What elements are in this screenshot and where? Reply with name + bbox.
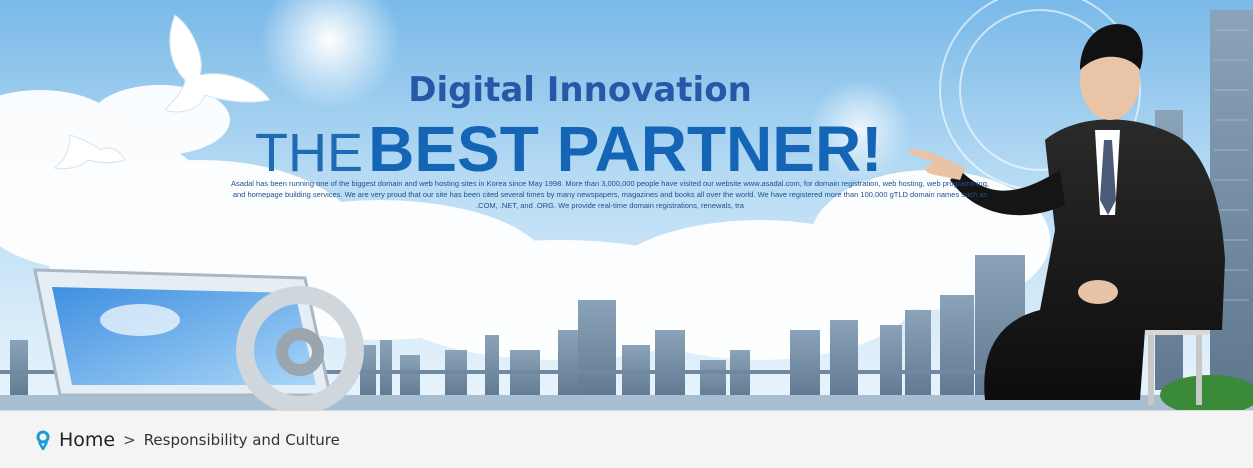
- banner-title: THE BEST PARTNER!: [255, 112, 882, 186]
- breadcrumb-home-link[interactable]: Home: [59, 429, 115, 451]
- location-pin-icon: [36, 430, 50, 452]
- breadcrumb-separator: >: [123, 430, 136, 449]
- page: Digital Innovation THE BEST PARTNER! Asa…: [0, 0, 1253, 468]
- banner-title-light: THE: [255, 123, 363, 183]
- banner-body-text: Asadal has been running one of the bigge…: [231, 179, 989, 210]
- hero-banner: Digital Innovation THE BEST PARTNER! Asa…: [0, 0, 1253, 411]
- banner-title-bold: BEST PARTNER!: [368, 113, 883, 185]
- breadcrumb-current-page: Responsibility and Culture: [143, 430, 340, 449]
- banner-subtitle: Digital Innovation: [408, 70, 752, 110]
- breadcrumb: Home > Responsibility and Culture: [0, 411, 1253, 468]
